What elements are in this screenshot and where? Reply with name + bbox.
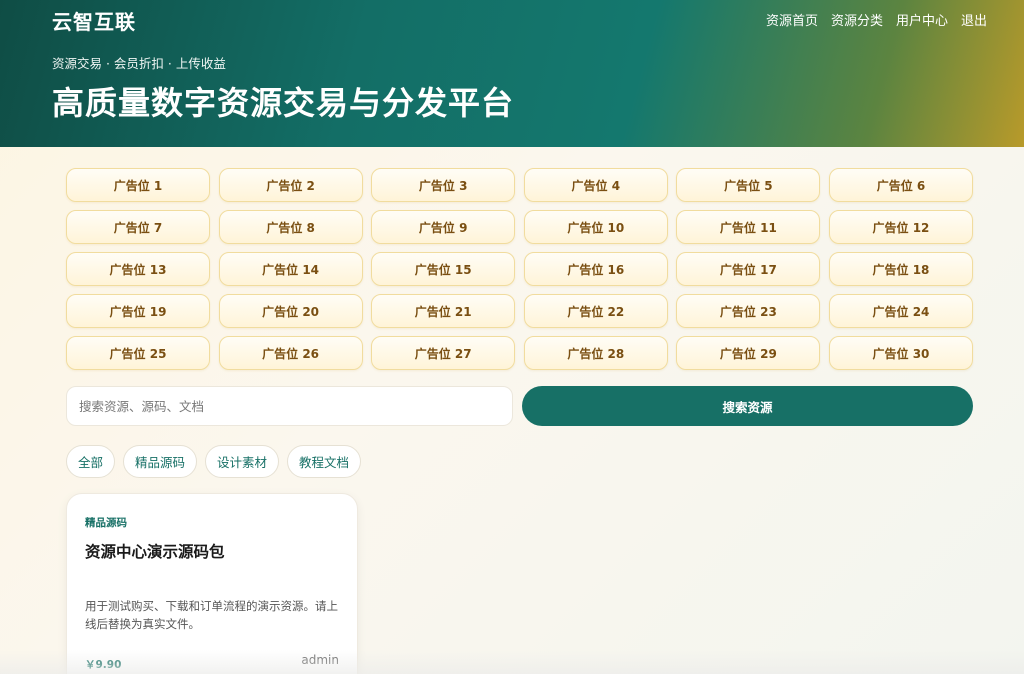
filter-chip-tutorial-docs[interactable]: 教程文档 (287, 445, 362, 478)
search-input[interactable] (66, 386, 513, 426)
filter-chip-design-assets[interactable]: 设计素材 (205, 445, 280, 478)
ad-slot-29[interactable]: 广告位 29 (676, 336, 821, 370)
ad-slot-24[interactable]: 广告位 24 (828, 294, 973, 328)
ad-slot-18[interactable]: 广告位 18 (828, 252, 973, 286)
ad-slot-grid: 广告位 1 广告位 2 广告位 3 广告位 4 广告位 5 广告位 6 广告位 7 广告位 8… (66, 168, 973, 370)
ad-slot-19[interactable]: 广告位 19 (66, 294, 210, 328)
ad-slot-14[interactable]: 广告位 14 (218, 252, 363, 286)
ad-slot-21[interactable]: 广告位 21 (371, 294, 516, 328)
ad-slot-1[interactable]: 广告位 1 (66, 168, 210, 202)
resource-description: 用于测试购买、下载和订单流程的演示资源。请上线后替换为真实文件。 (85, 599, 338, 631)
ad-slot-23[interactable]: 广告位 23 (676, 294, 821, 328)
ad-slot-2[interactable]: 广告位 2 (218, 168, 363, 202)
ad-slot-20[interactable]: 广告位 20 (218, 294, 363, 328)
ad-slot-17[interactable]: 广告位 17 (676, 252, 821, 286)
resource-title[interactable]: 资源中心演示源码包 (85, 540, 225, 562)
resource-card[interactable]: 精品源码 资源中心演示源码包 用于测试购买、下载和订单流程的演示资源。请上线后替… (66, 493, 358, 674)
ad-slot-13[interactable]: 广告位 13 (66, 252, 210, 286)
ad-slot-26[interactable]: 广告位 26 (218, 336, 363, 370)
search-button[interactable]: 搜索资源 (522, 386, 973, 426)
ad-slot-3[interactable]: 广告位 3 (371, 168, 516, 202)
ad-slot-10[interactable]: 广告位 10 (523, 210, 668, 244)
ad-slot-28[interactable]: 广告位 28 (523, 336, 668, 370)
site-logo[interactable]: 云智互联 (52, 6, 136, 35)
filter-chip-all[interactable]: 全部 (66, 445, 116, 478)
category-filter-bar: 全部 精品源码 设计素材 教程文档 (66, 445, 362, 478)
ad-slot-27[interactable]: 广告位 27 (371, 336, 516, 370)
nav-link-home[interactable]: 资源首页 (766, 10, 818, 29)
ad-slot-25[interactable]: 广告位 25 (66, 336, 210, 370)
ad-slot-7[interactable]: 广告位 7 (66, 210, 210, 244)
hero-title: 高质量数字资源交易与分发平台 (52, 84, 515, 122)
ad-slot-4[interactable]: 广告位 4 (523, 168, 668, 202)
ad-slot-30[interactable]: 广告位 30 (828, 336, 973, 370)
filter-chip-source-code[interactable]: 精品源码 (123, 445, 198, 478)
hero-tagline: 资源交易 · 会员折扣 · 上传收益 (52, 56, 226, 71)
ad-slot-11[interactable]: 广告位 11 (676, 210, 821, 244)
main-nav: 资源首页 资源分类 用户中心 退出 (766, 10, 987, 29)
ad-slot-8[interactable]: 广告位 8 (218, 210, 363, 244)
ad-slot-5[interactable]: 广告位 5 (676, 168, 821, 202)
nav-link-user-center[interactable]: 用户中心 (896, 10, 948, 29)
ad-slot-12[interactable]: 广告位 12 (828, 210, 973, 244)
ad-slot-15[interactable]: 广告位 15 (371, 252, 516, 286)
ad-slot-22[interactable]: 广告位 22 (523, 294, 668, 328)
resource-price: ￥9.90 (85, 659, 122, 671)
site-header: 云智互联 资源首页 资源分类 用户中心 退出 资源交易 · 会员折扣 · 上传收… (0, 0, 1024, 147)
ad-slot-9[interactable]: 广告位 9 (371, 210, 516, 244)
ad-slot-6[interactable]: 广告位 6 (828, 168, 973, 202)
ad-slot-16[interactable]: 广告位 16 (523, 252, 668, 286)
nav-link-logout[interactable]: 退出 (961, 10, 987, 29)
nav-link-categories[interactable]: 资源分类 (831, 10, 883, 29)
resource-category-label: 精品源码 (85, 517, 127, 529)
resource-author: admin (301, 653, 339, 667)
